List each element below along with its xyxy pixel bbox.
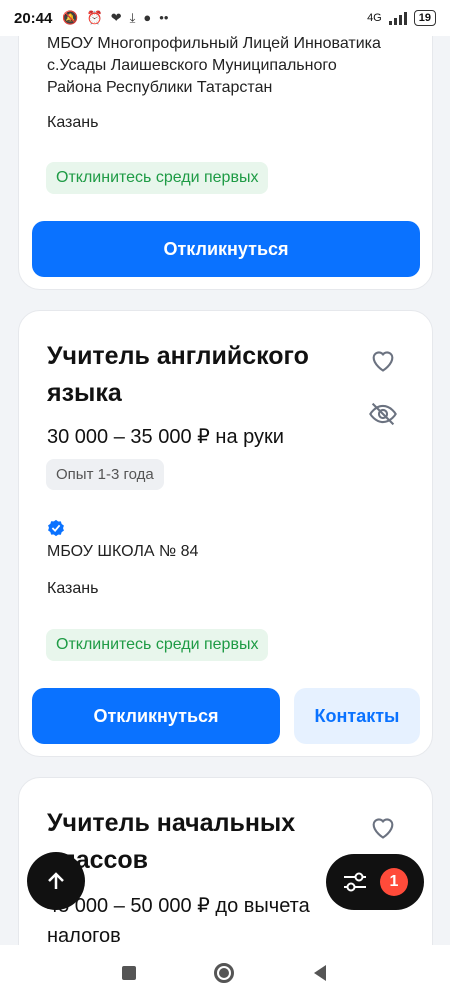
vacancy-title[interactable]: Учитель начальных классов xyxy=(47,805,337,879)
signal-icon xyxy=(388,12,407,25)
alarm-icon: ⏰ xyxy=(86,10,103,25)
verified-check-icon xyxy=(48,519,64,537)
filter-count-badge: 1 xyxy=(380,868,408,896)
status-time: 20:44 xyxy=(14,9,53,27)
arrow-up-icon xyxy=(48,872,64,889)
scroll-to-top-button[interactable] xyxy=(27,852,85,910)
status-bar: 20:44 🔕 ⏰ ❤ ⤓ ● •• 4G 19 xyxy=(0,0,450,36)
heart-app-icon: ❤ xyxy=(110,10,122,25)
download-icon: ⤓ xyxy=(129,10,136,25)
vacancy-salary: 45 000 – 50 000 ₽ до вычета налогов xyxy=(47,895,310,945)
network-type: 4G xyxy=(367,12,382,24)
vacancy-salary: 30 000 – 35 000 ₽ на руки xyxy=(47,426,284,448)
employer-name[interactable]: МБОУ ШКОЛА № 84 xyxy=(47,543,198,561)
respond-button[interactable]: Откликнуться xyxy=(32,688,280,744)
respond-button[interactable]: Откликнуться xyxy=(32,221,420,277)
app-notification-icon: ● xyxy=(143,10,152,25)
back-triangle-icon[interactable] xyxy=(312,964,328,982)
silent-bell-icon: 🔕 xyxy=(62,10,79,25)
employer-line: Района Республики Татарстан xyxy=(47,79,273,96)
battery-indicator: 19 xyxy=(413,10,436,26)
employer-line: с.Усады Лаишевского Муниципального xyxy=(47,57,337,74)
recents-square-icon[interactable] xyxy=(122,965,136,980)
vacancy-card[interactable]: МБОУ Многопрофильный Лицей Инноватика с.… xyxy=(18,0,433,290)
favorite-heart-icon[interactable] xyxy=(366,810,400,844)
contacts-button[interactable]: Контакты xyxy=(294,688,420,744)
respond-first-badge: Отклинитесь среди первых xyxy=(46,162,269,194)
filter-sliders-icon xyxy=(344,872,366,892)
favorite-heart-icon[interactable] xyxy=(366,343,400,377)
respond-first-badge: Отклинитесь среди первых xyxy=(46,629,269,661)
employer-line: МБОУ Многопрофильный Лицей Инноватика xyxy=(47,35,381,52)
notification-icons: 🔕 ⏰ ❤ ⤓ ● •• xyxy=(62,10,168,26)
vacancy-title[interactable]: Учитель английского языка xyxy=(47,338,337,412)
home-circle-icon[interactable] xyxy=(214,962,234,983)
status-icons-right: 4G 19 xyxy=(367,10,436,26)
more-dots-icon: •• xyxy=(159,10,169,25)
experience-badge: Опыт 1-3 года xyxy=(46,459,164,490)
vacancy-city: Казань xyxy=(47,114,99,131)
vacancy-feed[interactable]: МБОУ Многопрофильный Лицей Инноватика с.… xyxy=(0,0,450,945)
system-nav-bar xyxy=(0,945,450,1000)
vacancy-city: Казань xyxy=(47,580,99,597)
vacancy-card[interactable]: Учитель английского языка 30 000 – 35 00… xyxy=(18,310,433,757)
hide-eye-off-icon[interactable] xyxy=(366,397,400,431)
filter-button[interactable]: 1 xyxy=(326,854,424,910)
employer-name: МБОУ Многопрофильный Лицей Инноватика с.… xyxy=(47,33,381,99)
